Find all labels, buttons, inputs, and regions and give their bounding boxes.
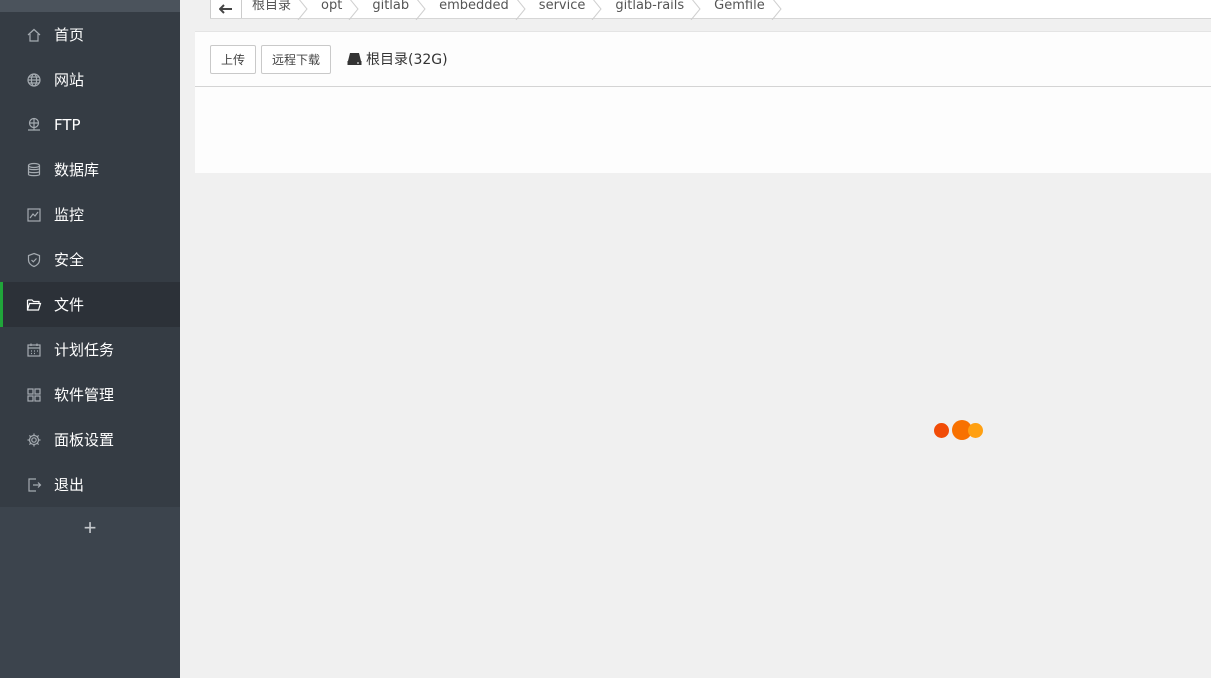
sidebar-item-label: 首页 [54, 26, 85, 44]
file-toolbar: 上传 远程下载 根目录(32G) [195, 32, 1211, 87]
sidebar-item-label: 安全 [54, 251, 85, 269]
sidebar-item-label: 退出 [54, 476, 85, 494]
breadcrumb-label: 根目录 [252, 0, 292, 13]
globe-icon [26, 72, 42, 88]
hard-drive-icon [347, 53, 362, 65]
back-button[interactable] [210, 0, 242, 18]
sidebar-item-label: 数据库 [54, 161, 100, 179]
breadcrumb-item[interactable]: Gemfile [704, 0, 785, 20]
loading-dot [968, 423, 983, 438]
breadcrumb-item[interactable]: gitlab-rails [605, 0, 704, 20]
sidebar-item-website[interactable]: 网站 [0, 57, 180, 102]
sidebar-item-ftp[interactable]: FTP [0, 102, 180, 147]
add-menu-button[interactable]: + [0, 507, 180, 549]
sidebar-item-label: 文件 [54, 296, 85, 314]
sidebar-header [0, 0, 180, 12]
sidebar-item-files[interactable]: 文件 [0, 282, 180, 327]
breadcrumb-item[interactable]: embedded [429, 0, 529, 20]
chevron-right-icon [591, 0, 603, 20]
breadcrumb-item[interactable]: opt [311, 0, 362, 20]
monitor-icon [26, 207, 42, 223]
chevron-right-icon [297, 0, 308, 20]
ftp-icon [26, 117, 42, 133]
breadcrumb-item[interactable]: service [529, 0, 606, 20]
sidebar-item-logout[interactable]: 退出 [0, 462, 180, 507]
gear-icon [26, 432, 42, 448]
breadcrumb-label: Gemfile [714, 0, 765, 13]
apps-grid-icon [26, 387, 42, 403]
breadcrumb-label: opt [321, 0, 343, 13]
chevron-right-icon [771, 0, 782, 20]
breadcrumb-label: embedded [439, 0, 509, 13]
arrow-left-icon [219, 4, 232, 14]
remote-download-button[interactable]: 远程下载 [261, 44, 332, 74]
loading-dot [934, 423, 949, 438]
folder-icon [26, 297, 42, 313]
calendar-icon [26, 342, 42, 358]
disk-label: 根目录(32G) [366, 52, 448, 68]
sidebar-item-database[interactable]: 数据库 [0, 147, 180, 192]
sidebar: 首页 网站 FTP 数据库 监控 安全 文件 计划任务 软件管理 面板设置 退出… [0, 0, 180, 678]
breadcrumb-label: gitlab-rails [615, 0, 685, 13]
breadcrumb-item[interactable]: 根目录 [242, 0, 311, 20]
breadcrumb-items: 根目录 opt gitlab embedded service gitlab-r… [242, 0, 785, 20]
sidebar-item-label: 网站 [54, 71, 85, 89]
chevron-right-icon [415, 0, 426, 20]
sidebar-item-label: FTP [54, 115, 81, 134]
file-panel: 上传 远程下载 根目录(32G) [195, 31, 1211, 173]
home-icon [26, 27, 42, 43]
sidebar-item-software[interactable]: 软件管理 [0, 372, 180, 417]
logout-icon [26, 477, 42, 493]
sidebar-item-label: 监控 [54, 206, 85, 224]
sidebar-item-label: 软件管理 [54, 386, 115, 404]
sidebar-item-label: 面板设置 [54, 431, 115, 449]
breadcrumb-item[interactable]: gitlab [362, 0, 429, 20]
breadcrumb-label: gitlab [372, 0, 410, 13]
chevron-right-icon [515, 0, 526, 20]
sidebar-item-label: 计划任务 [54, 341, 115, 359]
loading-indicator [934, 420, 986, 440]
breadcrumb: 根目录 opt gitlab embedded service gitlab-r… [210, 0, 1211, 20]
sidebar-item-cron[interactable]: 计划任务 [0, 327, 180, 372]
chevron-right-icon [348, 0, 359, 20]
breadcrumb-label: service [538, 0, 586, 13]
plus-icon: + [83, 515, 97, 540]
sidebar-item-settings[interactable]: 面板设置 [0, 417, 180, 462]
shield-icon [26, 252, 42, 268]
chevron-right-icon [690, 0, 701, 20]
sidebar-item-security[interactable]: 安全 [0, 237, 180, 282]
sidebar-item-monitor[interactable]: 监控 [0, 192, 180, 237]
sidebar-item-home[interactable]: 首页 [0, 12, 180, 57]
disk-selector[interactable]: 根目录(32G) [347, 49, 448, 69]
sidebar-menu: 首页 网站 FTP 数据库 监控 安全 文件 计划任务 软件管理 面板设置 退出 [0, 12, 180, 507]
database-icon [26, 162, 42, 178]
upload-button[interactable]: 上传 [210, 44, 257, 74]
